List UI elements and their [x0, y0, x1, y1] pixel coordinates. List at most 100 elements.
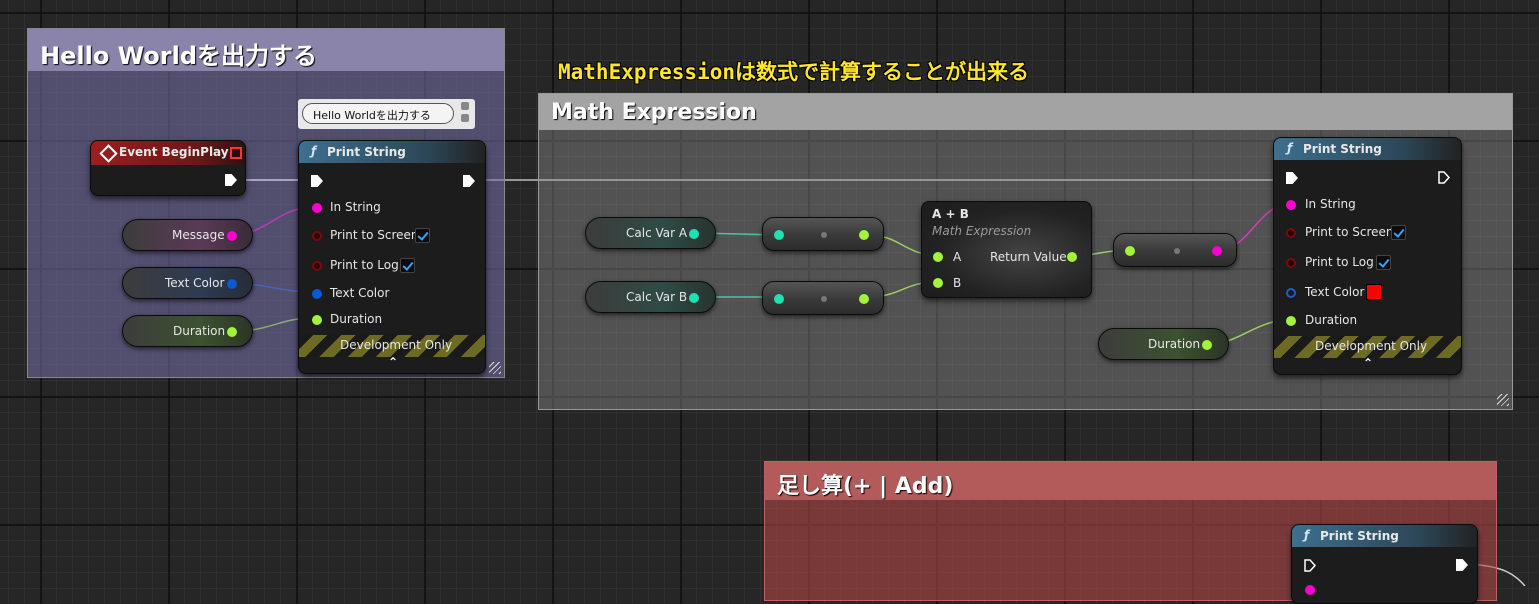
- variable-label: Calc Var B: [626, 290, 688, 304]
- duration-pin[interactable]: [312, 315, 322, 325]
- variable-label: Calc Var A: [626, 226, 688, 240]
- int-in-pin[interactable]: [774, 294, 784, 304]
- node-header: Print String: [299, 141, 485, 163]
- toggle-bubble-icon[interactable]: [461, 114, 469, 122]
- duration-label: Duration: [1305, 313, 1358, 327]
- function-icon: ƒ: [1304, 528, 1310, 542]
- int-in-pin[interactable]: [774, 230, 784, 240]
- float-out-pin[interactable]: [859, 294, 869, 304]
- node-title: Print String: [327, 145, 406, 159]
- resize-grip-icon[interactable]: [1497, 394, 1509, 406]
- print-to-log-label: Print to Log: [1305, 255, 1374, 269]
- variable-duration[interactable]: Duration: [122, 315, 253, 347]
- exec-in-pin[interactable]: [1286, 172, 1298, 184]
- print-to-screen-pin[interactable]: [312, 231, 322, 241]
- text-color-label: Text Color: [330, 286, 390, 300]
- exec-out-pin[interactable]: [1456, 559, 1468, 571]
- node-comment-bubble[interactable]: Hello Worldを出力する: [298, 99, 475, 129]
- print-to-screen-label: Print to Screen: [1305, 225, 1394, 239]
- print-string-node-3[interactable]: Print String ƒ: [1291, 524, 1478, 604]
- print-to-log-label: Print to Log: [330, 258, 399, 272]
- annotation-text: MathExpressionは数式で計算することが出来る: [558, 60, 1030, 84]
- color-out-pin[interactable]: [227, 279, 237, 289]
- function-icon: ƒ: [311, 144, 317, 158]
- in-string-pin[interactable]: [1305, 585, 1315, 595]
- node-header: Print String: [1274, 138, 1461, 160]
- comment-title: 足し算(+ | Add): [765, 462, 1496, 500]
- float-in-pin[interactable]: [1125, 246, 1135, 256]
- variable-text-color[interactable]: Text Color: [122, 267, 253, 299]
- float-out-pin[interactable]: [1202, 340, 1212, 350]
- variable-label: Text Color: [165, 276, 225, 290]
- variable-duration-2[interactable]: Duration: [1098, 328, 1229, 360]
- print-string-node-1[interactable]: Print String ƒ In String Print to Screen…: [298, 140, 486, 374]
- print-to-log-pin[interactable]: [1286, 258, 1296, 268]
- print-to-log-checkbox[interactable]: [1376, 255, 1391, 270]
- event-beginplay-node[interactable]: Event BeginPlay: [90, 140, 246, 196]
- exec-out-pin[interactable]: [225, 174, 237, 186]
- event-title: Event BeginPlay: [119, 145, 229, 159]
- math-subtitle: Math Expression: [932, 224, 1032, 238]
- text-color-swatch[interactable]: [1366, 284, 1382, 300]
- print-string-node-2[interactable]: Print String ƒ In String Print to Screen…: [1273, 137, 1462, 375]
- return-value-label: Return Value: [990, 250, 1067, 264]
- bubble-text: Hello Worldを出力する: [313, 109, 431, 122]
- print-to-screen-checkbox[interactable]: [415, 228, 430, 243]
- conversion-node-b[interactable]: [762, 281, 884, 315]
- print-to-screen-checkbox[interactable]: [1391, 225, 1406, 240]
- conversion-node-a[interactable]: [762, 217, 884, 251]
- comment-title: Math Expression: [539, 94, 1512, 130]
- print-to-log-pin[interactable]: [312, 261, 322, 271]
- text-color-label: Text Color: [1305, 285, 1365, 299]
- variable-calc-var-a[interactable]: Calc Var A: [585, 217, 716, 249]
- print-to-log-checkbox[interactable]: [400, 258, 415, 273]
- variable-label: Duration: [173, 324, 226, 338]
- expand-chevron-icon[interactable]: ⌃: [1363, 356, 1373, 370]
- math-expression-node[interactable]: A + B Math Expression A B Return Value: [921, 201, 1092, 298]
- float-out-pin[interactable]: [227, 327, 237, 337]
- variable-message[interactable]: Message: [122, 219, 253, 251]
- in-string-pin[interactable]: [312, 203, 322, 213]
- exec-out-pin[interactable]: [1438, 171, 1450, 184]
- in-string-pin[interactable]: [1286, 200, 1296, 210]
- delegate-square-icon[interactable]: [230, 147, 242, 159]
- exec-out-pin[interactable]: [463, 175, 475, 187]
- variable-label: Duration: [1148, 337, 1201, 351]
- int-out-pin[interactable]: [689, 293, 699, 303]
- int-out-pin[interactable]: [689, 229, 699, 239]
- convert-dot-icon: [1174, 248, 1180, 254]
- convert-dot-icon: [821, 296, 827, 302]
- float-out-pin[interactable]: [859, 230, 869, 240]
- pin-b-label: B: [953, 276, 962, 290]
- text-color-pin[interactable]: [312, 289, 322, 299]
- node-header: Print String: [1292, 525, 1477, 547]
- pin-bubble-icon[interactable]: [461, 102, 469, 110]
- in-string-label: In String: [1305, 197, 1356, 211]
- development-only-label: Development Only: [340, 338, 453, 352]
- string-out-pin[interactable]: [1212, 246, 1222, 256]
- duration-label: Duration: [330, 312, 383, 326]
- string-out-pin[interactable]: [227, 231, 237, 241]
- conversion-node-return[interactable]: [1113, 233, 1237, 267]
- print-to-screen-pin[interactable]: [1286, 228, 1296, 238]
- resize-grip-icon[interactable]: [489, 362, 501, 374]
- function-icon: ƒ: [1287, 141, 1293, 155]
- in-string-label: In String: [330, 200, 381, 214]
- duration-pin[interactable]: [1286, 316, 1296, 326]
- convert-dot-icon: [821, 232, 827, 238]
- expand-chevron-icon[interactable]: ⌃: [388, 355, 398, 369]
- pin-a[interactable]: [933, 252, 943, 262]
- math-title: A + B: [932, 207, 969, 221]
- exec-in-pin[interactable]: [1304, 559, 1316, 572]
- node-title: Print String: [1303, 142, 1382, 156]
- exec-in-pin[interactable]: [311, 175, 323, 187]
- pin-b[interactable]: [933, 278, 943, 288]
- variable-calc-var-b[interactable]: Calc Var B: [585, 281, 716, 313]
- comment-title: Hello Worldを出力する: [28, 29, 504, 71]
- print-to-screen-label: Print to Screen: [330, 228, 419, 242]
- text-color-pin[interactable]: [1286, 288, 1296, 298]
- pin-a-label: A: [953, 250, 962, 264]
- return-value-pin[interactable]: [1067, 252, 1077, 262]
- node-title: Print String: [1320, 529, 1399, 543]
- development-only-label: Development Only: [1315, 339, 1428, 353]
